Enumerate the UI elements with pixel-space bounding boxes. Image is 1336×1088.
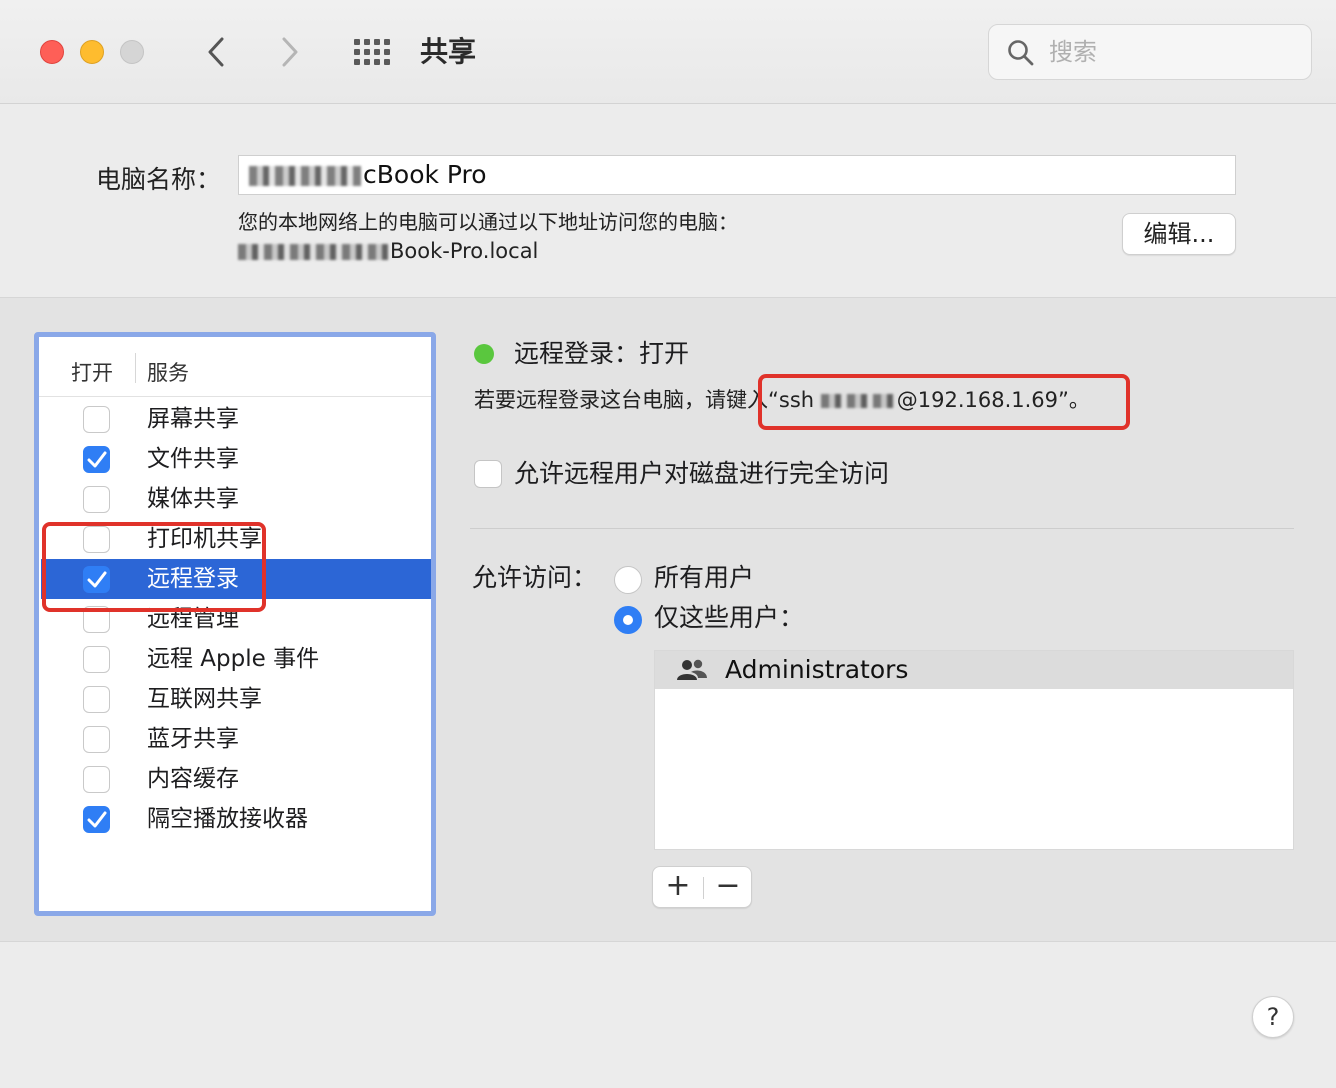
service-label: 内容缓存	[147, 766, 239, 792]
local-network-description: 您的本地网络上的电脑可以通过以下地址访问您的电脑：	[238, 210, 738, 234]
computer-name-label: 电脑名称：	[96, 165, 222, 194]
highlight-annotation-box	[42, 522, 266, 612]
zoom-window-button[interactable]	[120, 40, 144, 64]
service-enable-checkbox[interactable]	[83, 726, 110, 753]
local-hostname: Book-Pro.local	[238, 237, 538, 265]
section-divider	[470, 528, 1294, 529]
radio-all-users-label: 所有用户	[654, 563, 755, 592]
show-all-grid-icon[interactable]	[352, 37, 390, 67]
help-button[interactable]: ?	[1252, 996, 1294, 1038]
service-row[interactable]: 媒体共享	[41, 479, 431, 519]
local-hostname-value: Book-Pro.local	[390, 239, 539, 263]
chevron-left-icon	[208, 37, 224, 67]
close-window-button[interactable]	[40, 40, 64, 64]
service-enable-checkbox[interactable]	[83, 686, 110, 713]
checkmark-icon	[87, 811, 107, 828]
allowed-users-list: Administrators	[654, 650, 1294, 850]
group-users-icon	[677, 659, 707, 680]
edit-button[interactable]: 编辑...	[1122, 213, 1236, 255]
service-label: 远程 Apple 事件	[147, 646, 320, 672]
service-enable-checkbox[interactable]	[83, 486, 110, 513]
service-row[interactable]: 蓝牙共享	[41, 719, 431, 759]
service-row[interactable]: 远程 Apple 事件	[41, 639, 431, 679]
full-disk-access-checkbox[interactable]	[474, 460, 502, 488]
add-remove-control: + −	[652, 866, 752, 908]
radio-only-these-users[interactable]	[614, 606, 642, 634]
service-label: 屏幕共享	[147, 406, 239, 432]
toolbar: 共享	[0, 0, 1336, 104]
highlight-annotation-box	[758, 374, 1130, 430]
chevron-right-icon	[282, 37, 298, 67]
redacted-text	[249, 166, 361, 186]
service-enable-checkbox[interactable]	[83, 766, 110, 793]
radio-only-these-users-label: 仅这些用户：	[654, 603, 805, 632]
search-input[interactable]	[1049, 35, 1299, 69]
checkmark-icon	[87, 451, 107, 468]
back-button[interactable]	[198, 32, 234, 72]
service-row[interactable]: 文件共享	[41, 439, 431, 479]
full-disk-access-label: 允许远程用户对磁盘进行完全访问	[514, 459, 890, 488]
service-enable-checkbox[interactable]	[83, 406, 110, 433]
computer-name-value: cBook Pro	[363, 160, 487, 189]
allow-access-label: 允许访问：	[472, 563, 598, 592]
radio-all-users[interactable]	[614, 566, 642, 594]
minimize-window-button[interactable]	[80, 40, 104, 64]
column-header-service[interactable]: 服务	[147, 357, 189, 387]
computer-name-field[interactable]: cBook Pro	[238, 155, 1236, 195]
services-list-header: 打开 服务	[39, 337, 431, 397]
column-header-open[interactable]: 打开	[71, 357, 113, 387]
list-item[interactable]: Administrators	[655, 651, 1293, 689]
status-indicator-dot	[474, 344, 494, 364]
service-label: 媒体共享	[147, 486, 239, 512]
redacted-text	[238, 244, 388, 260]
service-row[interactable]: 屏幕共享	[41, 399, 431, 439]
user-name: Administrators	[725, 655, 909, 684]
service-row[interactable]: 隔空播放接收器	[41, 799, 431, 839]
service-row[interactable]: 内容缓存	[41, 759, 431, 799]
service-label: 互联网共享	[147, 686, 262, 712]
window-title: 共享	[420, 35, 477, 68]
search-icon	[1008, 40, 1034, 66]
services-list: 打开 服务 屏幕共享 文件共享 媒体共享 打印机共享 远程登录 远程管理 远程 Apple …	[34, 332, 436, 916]
service-enable-checkbox[interactable]	[83, 446, 110, 473]
service-enable-checkbox[interactable]	[83, 806, 110, 833]
service-label: 隔空播放接收器	[147, 806, 308, 832]
service-row[interactable]: 互联网共享	[41, 679, 431, 719]
remove-user-button[interactable]: −	[703, 867, 753, 907]
search-field[interactable]	[988, 24, 1312, 80]
column-divider	[135, 353, 136, 383]
service-enable-checkbox[interactable]	[83, 646, 110, 673]
service-status-text: 远程登录：打开	[514, 339, 690, 368]
service-label: 蓝牙共享	[147, 726, 239, 752]
service-label: 文件共享	[147, 446, 239, 472]
add-user-button[interactable]: +	[653, 867, 703, 907]
computer-name-section	[0, 105, 1336, 297]
forward-button[interactable]	[272, 32, 308, 72]
